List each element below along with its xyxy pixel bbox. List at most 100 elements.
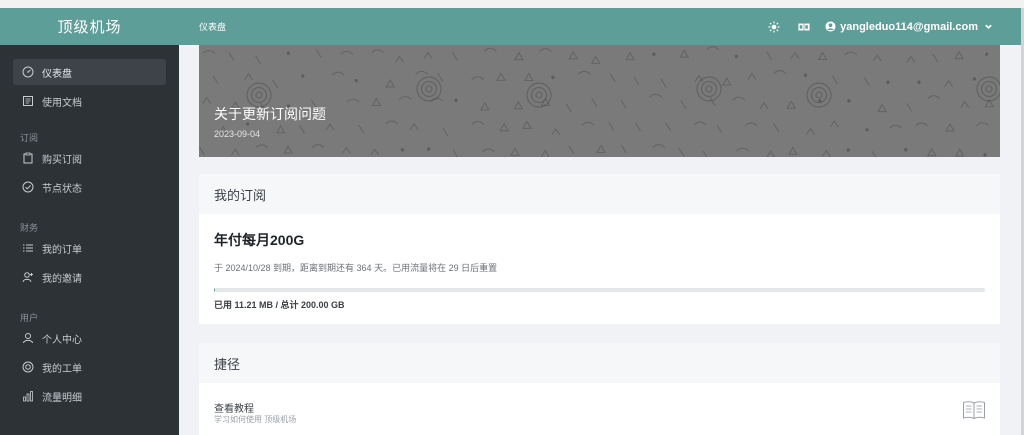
notice-title: 关于更新订阅问题	[214, 106, 326, 122]
banner-doodle	[442, 128, 449, 137]
banner-spiral	[425, 85, 433, 93]
shortcut-tutorial[interactable]: 查看教程 学习如何使用 顶级机场	[199, 383, 1000, 435]
banner-doodle	[805, 127, 815, 135]
user-email: yangleduo114@gmail.com	[840, 20, 978, 33]
user-circle-icon	[825, 21, 836, 32]
banner-spiral	[250, 86, 268, 104]
sidebar-section-user: 用户	[20, 312, 39, 323]
banner-doodle	[452, 52, 458, 61]
sidebar-item-my-invites[interactable]: 我的邀请	[13, 264, 166, 290]
sidebar-nav: 仪表盘 使用文档 订阅 购买订阅 节点状态 财务 我的订单 我的邀请 用户 个人…	[0, 45, 179, 409]
sidebar-item-my-orders[interactable]: 我的订单	[13, 235, 166, 261]
banner-spiral	[526, 82, 552, 108]
notice-banner[interactable]: 关于更新订阅问题 2023-09-04	[199, 45, 1000, 157]
banner-doodle	[540, 149, 550, 157]
sidebar-item-buy-subscription[interactable]: 购买订阅	[13, 145, 166, 171]
banner-doodle	[591, 98, 598, 107]
banner-spiral	[255, 91, 263, 99]
banner-doodle	[766, 150, 776, 157]
banner-doodle	[341, 146, 351, 154]
banner-doodle	[915, 122, 928, 127]
user-menu[interactable]: yangleduo114@gmail.com	[825, 21, 993, 33]
banner-doodle	[787, 146, 798, 155]
sidebar-item-label: 节点状态	[42, 183, 82, 195]
list-icon	[22, 242, 34, 254]
banner-doodle	[829, 120, 839, 128]
banner-doodle	[620, 144, 627, 154]
check-circle-icon	[22, 181, 34, 193]
sidebar-item-label: 我的工单	[42, 363, 82, 375]
banner-doodle	[917, 80, 921, 84]
banner-doodle	[331, 71, 345, 76]
banner-doodle	[660, 78, 667, 88]
banner-doodle	[904, 148, 908, 152]
banner-doodle	[960, 100, 970, 108]
theme-icon[interactable]	[767, 20, 781, 34]
banner-doodle	[678, 148, 685, 157]
sidebar-item-label: 个人中心	[42, 334, 82, 346]
banner-doodle	[230, 148, 240, 156]
sidebar-item-traffic-details[interactable]: 流量明细	[13, 383, 166, 409]
banner-doodle	[409, 123, 419, 131]
banner-doodle	[985, 52, 989, 56]
banner-doodle	[272, 79, 279, 89]
language-icon[interactable]	[797, 20, 811, 34]
banner-doodle	[744, 122, 758, 127]
banner-doodle	[972, 77, 977, 81]
banner-doodle	[568, 50, 579, 60]
banner-doodle	[371, 97, 382, 106]
banner-doodle	[255, 55, 262, 65]
banner-doodle	[747, 72, 757, 80]
banner-doodle	[609, 73, 616, 82]
banner-doodle	[454, 98, 458, 103]
banner-spiral	[530, 86, 548, 104]
banner-doodle	[482, 148, 496, 153]
banner-doodle	[652, 144, 666, 148]
banner-doodle	[734, 54, 738, 59]
banner-doodle	[976, 122, 989, 127]
banner-spiral	[696, 76, 722, 102]
banner-doodle	[649, 93, 662, 98]
banner-doodle	[706, 46, 719, 51]
sidebar: 顶级机场 仪表盘 使用文档 订阅 购买订阅 节点状态 财务 我的订单 我的邀请 …	[0, 8, 179, 435]
banner-doodle	[202, 96, 211, 104]
document-icon	[22, 95, 34, 107]
banner-doodle	[865, 128, 869, 132]
banner-doodle	[524, 72, 534, 82]
banner-spiral	[416, 76, 442, 102]
shortcuts-card: 捷径 查看教程 学习如何使用 顶级机场	[199, 343, 1000, 435]
traffic-usage-text: 已用 11.21 MB / 总计 200.00 GB	[214, 300, 345, 310]
sidebar-item-node-status[interactable]: 节点状态	[13, 174, 166, 200]
banner-doodle	[906, 103, 912, 112]
breadcrumb[interactable]: 仪表盘	[199, 20, 226, 33]
banner-doodle	[513, 100, 524, 110]
notice-date: 2023-09-04	[214, 129, 261, 139]
banner-doodle	[514, 51, 524, 61]
banner-doodle	[539, 48, 552, 53]
sidebar-item-docs[interactable]: 使用文档	[13, 88, 166, 114]
traffic-progress-bar	[214, 288, 985, 292]
banner-doodle	[926, 147, 937, 157]
banner-doodle	[398, 96, 412, 100]
sidebar-item-label: 购买订阅	[42, 154, 82, 166]
sidebar-section-subscription: 订阅	[20, 132, 39, 143]
banner-doodle	[773, 70, 787, 74]
banner-spiral	[705, 85, 713, 93]
sidebar-item-profile[interactable]: 个人中心	[13, 325, 166, 351]
brand-logo[interactable]: 顶级机场	[0, 8, 179, 45]
banner-doodle	[608, 121, 615, 131]
banner-doodle	[371, 49, 384, 54]
banner-doodle	[736, 147, 749, 152]
banner-doodle	[499, 122, 509, 132]
banner-doodle	[346, 98, 360, 103]
banner-doodle	[625, 51, 635, 61]
banner-doodle	[954, 50, 965, 60]
dashboard-icon	[22, 66, 34, 78]
plan-name: 年付每月200G	[214, 232, 305, 248]
sidebar-item-dashboard[interactable]: 仪表盘	[13, 59, 166, 85]
banner-doodle	[325, 123, 335, 131]
banner-doodle	[694, 74, 704, 82]
sidebar-item-tickets[interactable]: 我的工单	[13, 354, 166, 380]
banner-doodle	[471, 76, 484, 81]
shortcut-title: 查看教程	[214, 404, 254, 415]
